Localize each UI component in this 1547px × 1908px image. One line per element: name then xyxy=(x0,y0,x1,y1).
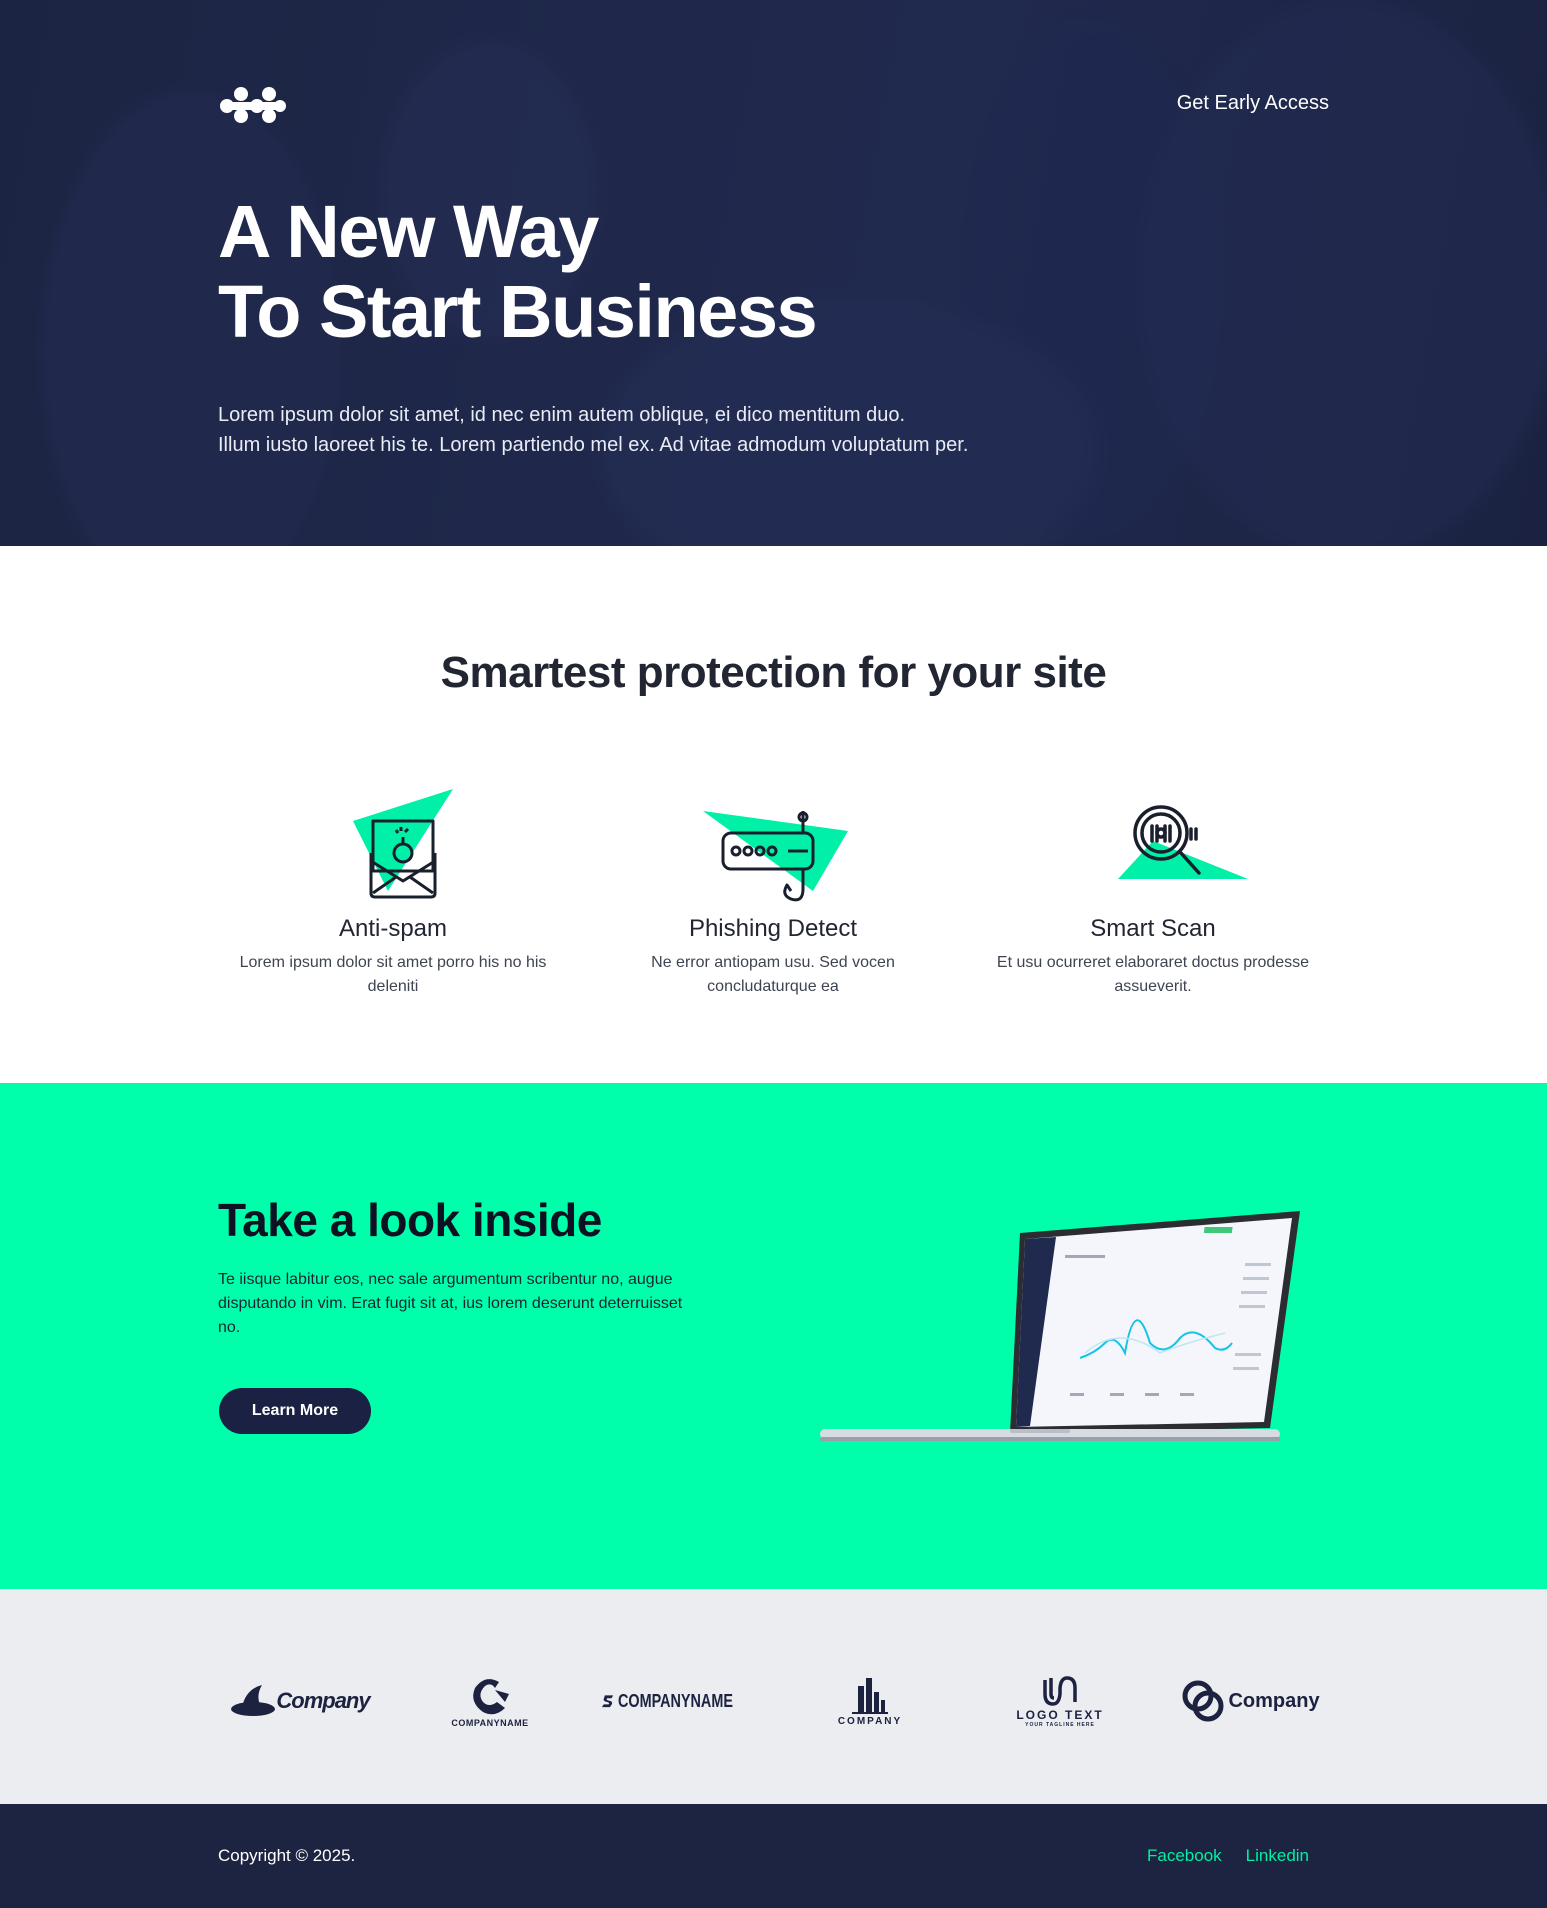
buildings-logo-icon xyxy=(852,1677,888,1714)
learn-more-button[interactable]: Learn More xyxy=(219,1388,371,1434)
u-loop-logo-icon xyxy=(1043,1676,1077,1706)
feature-anti-spam: Anti-spam Lorem ipsum dolor sit amet por… xyxy=(213,781,573,999)
feature-text: Ne error antiopam usu. Sed vocen conclud… xyxy=(651,954,895,995)
social-links: Facebook Linkedin xyxy=(1147,1846,1309,1866)
brand-logo-icon[interactable] xyxy=(219,84,287,124)
router-phishing-icon xyxy=(703,811,848,902)
hero-section: Get Early Access A New Way To Start Busi… xyxy=(0,0,1547,546)
features-title: Smartest protection for your site xyxy=(440,648,1107,697)
feature-title: Phishing Detect xyxy=(688,915,858,942)
feature-smart-scan: Smart Scan Et usu ocurreret elaboraret d… xyxy=(973,781,1333,999)
inside-title: Take a look inside xyxy=(218,1194,602,1246)
footer: Copyright © 2025. Facebook Linkedin xyxy=(0,1804,1547,1908)
client-logo-4: COMPANY xyxy=(815,1669,925,1733)
magnifier-scan-icon xyxy=(1118,805,1248,879)
envelope-bomb-icon xyxy=(353,789,453,899)
feature-text: Lorem ipsum dolor sit amet porro his no … xyxy=(239,954,547,995)
inside-text: Te iisque labitur eos, nec sale argument… xyxy=(218,1271,683,1336)
feature-title: Anti-spam xyxy=(338,915,448,942)
s-logo-icon xyxy=(602,1695,614,1708)
client-logo-2: COMPANYNAME xyxy=(435,1669,545,1733)
laptop-dashboard-image xyxy=(820,1211,1300,1441)
hat-logo-icon xyxy=(231,1685,276,1716)
client-logo-5: LOGO TEXT YOUR TAGLINE HERE xyxy=(1010,1669,1110,1733)
interlocked-rings-logo-icon xyxy=(1182,1680,1224,1722)
hero-subtitle-line-2: Illum iusto laoreet his te. Lorem partie… xyxy=(218,434,969,456)
linkedin-link[interactable]: Linkedin xyxy=(1246,1846,1309,1866)
hero-subtitle-line-1: Lorem ipsum dolor sit amet, id nec enim … xyxy=(218,404,906,426)
feature-title: Smart Scan xyxy=(1090,915,1216,942)
copyright-text: Copyright © 2025. xyxy=(218,1846,356,1865)
take-a-look-section: Take a look inside Te iisque labitur eos… xyxy=(0,1083,1547,1589)
client-logo-3: COMPANYNAME xyxy=(602,1669,762,1733)
features-section: Smartest protection for your site Anti-s… xyxy=(0,546,1547,1083)
hero-title-line-2: To Start Business xyxy=(218,270,818,353)
client-logo-6: Company xyxy=(1175,1669,1325,1733)
feature-text: Et usu ocurreret elaboraret doctus prode… xyxy=(996,954,1310,995)
hero-title: A New Way To Start Business xyxy=(218,190,818,353)
hero-title-line-1: A New Way xyxy=(218,190,599,273)
feature-phishing-detect: Phishing Detect Ne error antiopam usu. S… xyxy=(593,781,953,999)
facebook-link[interactable]: Facebook xyxy=(1147,1846,1222,1866)
c-swoosh-logo-icon xyxy=(473,1679,509,1715)
client-logo-1: Company xyxy=(220,1669,380,1733)
client-logos-section: Company COMPANYNAME COMPANYNAME COMPANY … xyxy=(0,1589,1547,1804)
hero-subtitle: Lorem ipsum dolor sit amet, id nec enim … xyxy=(218,400,968,460)
get-early-access-link[interactable]: Get Early Access xyxy=(1177,92,1329,115)
